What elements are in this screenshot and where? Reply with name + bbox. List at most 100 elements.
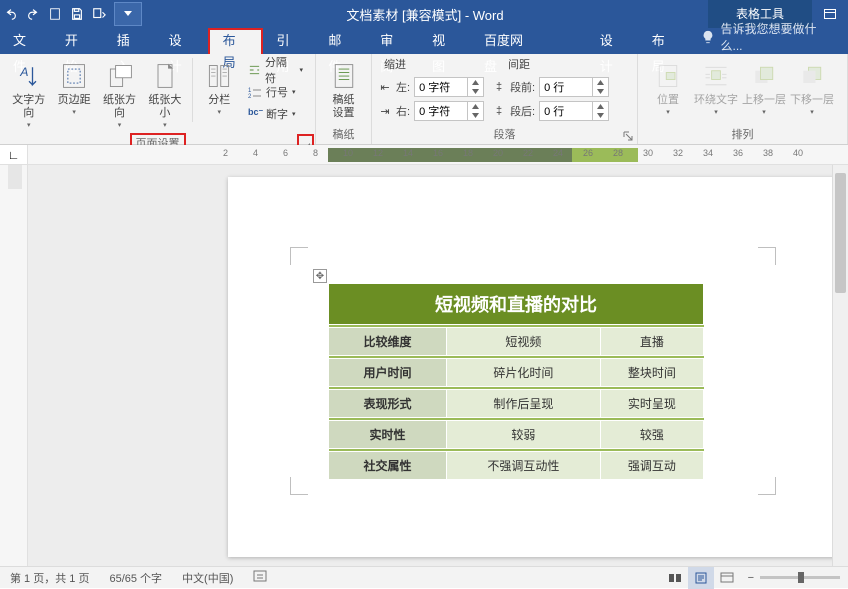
document-canvas[interactable]: ✥ 短视频和直播的对比 比较维度短视频直播用户时间碎片化时间整块时间表现形式制作… xyxy=(28,165,848,566)
table-cell[interactable]: 实时呈现 xyxy=(600,390,703,418)
undo-button[interactable] xyxy=(0,2,22,26)
ruler-row: ∟ 246810121416182022242628303234363840 xyxy=(0,145,848,165)
view-web-layout[interactable] xyxy=(714,567,740,589)
table-cell[interactable]: 实时性 xyxy=(329,421,447,449)
tab-selector[interactable]: ∟ xyxy=(0,145,28,164)
space-before-input[interactable] xyxy=(539,77,609,97)
text-direction-button[interactable]: A 文字方向▾ xyxy=(6,58,51,131)
document-table[interactable]: 短视频和直播的对比 比较维度短视频直播用户时间碎片化时间整块时间表现形式制作后呈… xyxy=(328,283,704,480)
vertical-scrollbar[interactable] xyxy=(832,165,848,566)
zoom-slider[interactable] xyxy=(760,576,840,579)
paragraph-launcher[interactable] xyxy=(621,129,634,142)
send-backward-button[interactable]: 下移一层▾ xyxy=(788,58,836,118)
table-cell[interactable]: 不强调互动性 xyxy=(447,452,601,480)
table-cell[interactable]: 制作后呈现 xyxy=(447,390,601,418)
indent-right-input[interactable] xyxy=(414,101,484,121)
svg-text:2: 2 xyxy=(248,94,252,99)
ruler-vertical[interactable] xyxy=(0,165,28,566)
tab-design[interactable]: 设计 xyxy=(156,28,208,54)
document-title: 文档素材 [兼容模式] - Word xyxy=(142,5,708,24)
position-button[interactable]: 位置▾ xyxy=(644,58,692,118)
space-before-icon: ‡ xyxy=(492,81,506,93)
svg-text:A: A xyxy=(19,65,28,79)
tab-references[interactable]: 引用 xyxy=(263,28,315,54)
scrollbar-thumb[interactable] xyxy=(835,173,846,293)
margin-mark-bl xyxy=(290,477,308,495)
tab-home[interactable]: 开始 xyxy=(52,28,104,54)
zoom-control: − xyxy=(740,572,848,584)
table-cell[interactable]: 碎片化时间 xyxy=(447,359,601,387)
line-numbers-button[interactable]: 12行号▾ xyxy=(248,82,303,102)
table-cell[interactable]: 表现形式 xyxy=(329,390,447,418)
table-cell[interactable]: 比较维度 xyxy=(329,328,447,356)
group-label-arrange: 排列 xyxy=(638,126,847,144)
tab-table-layout[interactable]: 布局 xyxy=(639,28,691,54)
tab-layout[interactable]: 布局 xyxy=(208,28,264,54)
wrap-text-button[interactable]: 环绕文字▾ xyxy=(692,58,740,118)
qat-button-1[interactable] xyxy=(44,2,66,26)
spin-up[interactable] xyxy=(468,78,483,87)
table-title[interactable]: 短视频和直播的对比 xyxy=(329,284,704,325)
lightbulb-icon xyxy=(701,30,715,44)
status-macro-icon[interactable] xyxy=(243,569,277,586)
tab-insert[interactable]: 插入 xyxy=(104,28,156,54)
table-cell[interactable]: 社交属性 xyxy=(329,452,447,480)
table-cell[interactable]: 较弱 xyxy=(447,421,601,449)
view-print-layout[interactable] xyxy=(688,567,714,589)
ribbon: A 文字方向▾ 页边距▾ 纸张方向▾ 纸张大小▾ 分栏▾ 分隔符▾ xyxy=(0,54,848,145)
zoom-out-button[interactable]: − xyxy=(748,572,754,584)
table-cell[interactable]: 强调互动 xyxy=(600,452,703,480)
view-read-mode[interactable] xyxy=(662,567,688,589)
tab-mailings[interactable]: 邮件 xyxy=(315,28,367,54)
group-page-setup: A 文字方向▾ 页边距▾ 纸张方向▾ 纸张大小▾ 分栏▾ 分隔符▾ xyxy=(0,54,316,144)
group-manuscript: 稿纸 设置 稿纸 xyxy=(316,54,372,144)
tell-me-search[interactable]: 告诉我您想要做什么... xyxy=(691,20,848,54)
save-button[interactable] xyxy=(66,2,88,26)
status-word-count[interactable]: 65/65 个字 xyxy=(99,570,172,586)
hyphenation-button[interactable]: bc⁻断字▾ xyxy=(248,104,303,124)
ribbon-tabs: 文件 开始 插入 设计 布局 引用 邮件 审阅 视图 百度网盘 设计 布局 告诉… xyxy=(0,28,848,54)
indent-title: 缩进 xyxy=(384,56,406,72)
indent-left-input[interactable] xyxy=(414,77,484,97)
zoom-thumb[interactable] xyxy=(798,572,804,583)
space-after-input[interactable] xyxy=(539,101,609,121)
table-cell[interactable]: 整块时间 xyxy=(600,359,703,387)
table-move-handle[interactable]: ✥ xyxy=(313,269,327,283)
table-row[interactable]: 用户时间碎片化时间整块时间 xyxy=(329,359,704,387)
tab-review[interactable]: 审阅 xyxy=(367,28,419,54)
breaks-icon xyxy=(248,63,261,77)
tab-baidu[interactable]: 百度网盘 xyxy=(471,28,549,54)
table-row[interactable]: 社交属性不强调互动性强调互动 xyxy=(329,452,704,480)
status-language[interactable]: 中文(中国) xyxy=(172,570,243,586)
breaks-button[interactable]: 分隔符▾ xyxy=(248,60,303,80)
table-row[interactable]: 实时性较弱较强 xyxy=(329,421,704,449)
bring-forward-button[interactable]: 上移一层▾ xyxy=(740,58,788,118)
space-after-icon: ‡ xyxy=(492,105,506,117)
table-cell[interactable]: 较强 xyxy=(600,421,703,449)
status-bar: 第 1 页，共 1 页 65/65 个字 中文(中国) − xyxy=(0,566,848,588)
tab-view[interactable]: 视图 xyxy=(419,28,471,54)
spin-down[interactable] xyxy=(468,87,483,96)
manuscript-settings-button[interactable]: 稿纸 设置 xyxy=(322,58,365,122)
tab-file[interactable]: 文件 xyxy=(0,28,52,54)
document-area: ✥ 短视频和直播的对比 比较维度短视频直播用户时间碎片化时间整块时间表现形式制作… xyxy=(0,165,848,566)
ruler-horizontal[interactable]: 246810121416182022242628303234363840 xyxy=(28,145,848,164)
table-cell[interactable]: 用户时间 xyxy=(329,359,447,387)
margin-mark-tr xyxy=(758,247,776,265)
table-row[interactable]: 比较维度短视频直播 xyxy=(329,328,704,356)
group-arrange: 位置▾ 环绕文字▾ 上移一层▾ 下移一层▾ 排列 xyxy=(638,54,848,144)
size-button[interactable]: 纸张大小▾ xyxy=(142,58,187,131)
columns-button[interactable]: 分栏▾ xyxy=(197,58,242,118)
margins-button[interactable]: 页边距▾ xyxy=(51,58,96,118)
group-paragraph: 缩进 间距 ⇤ 左: ‡ 段前: ⇥ 右: xyxy=(372,54,638,144)
redo-button[interactable] xyxy=(22,2,44,26)
tell-me-placeholder: 告诉我您想要做什么... xyxy=(721,20,838,54)
table-cell[interactable]: 直播 xyxy=(600,328,703,356)
table-cell[interactable]: 短视频 xyxy=(447,328,601,356)
status-page[interactable]: 第 1 页，共 1 页 xyxy=(0,570,99,586)
table-row[interactable]: 表现形式制作后呈现实时呈现 xyxy=(329,390,704,418)
tab-table-design[interactable]: 设计 xyxy=(587,28,639,54)
qat-button-2[interactable] xyxy=(88,2,110,26)
orientation-button[interactable]: 纸张方向▾ xyxy=(97,58,142,131)
qat-customize-dropdown[interactable] xyxy=(114,2,142,26)
